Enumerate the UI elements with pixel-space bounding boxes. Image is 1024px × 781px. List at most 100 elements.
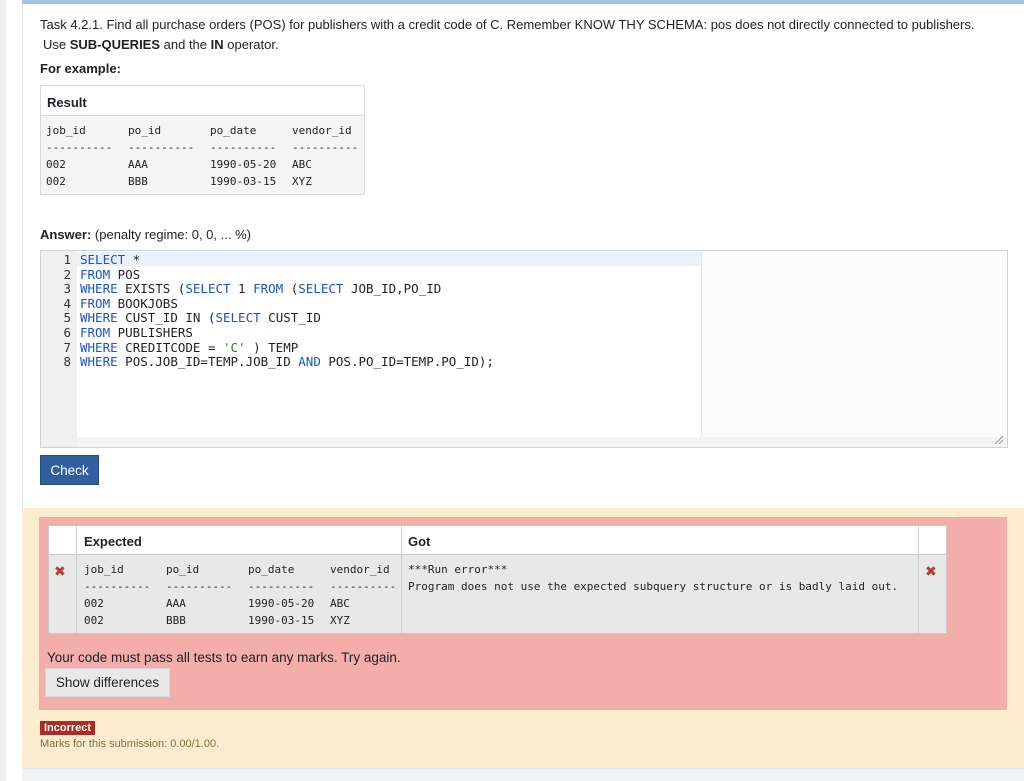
fail-x-icon: ✖ <box>925 563 937 579</box>
column-divider <box>918 526 919 633</box>
answer-label: Answer: (penalty regime: 0, 0, ... %) <box>40 227 251 242</box>
sql-keyword: FROM <box>80 266 111 282</box>
expected-cell: AAA <box>166 597 186 610</box>
sql-keyword: WHERE <box>80 354 118 370</box>
code-line[interactable]: FROM PUBLISHERS <box>80 325 193 340</box>
check-button[interactable]: Check <box>40 455 99 485</box>
question-line-2: Use SUB-QUERIES and the IN operator. <box>40 35 1000 55</box>
code-line[interactable]: WHERE POS.JOB_ID=TEMP.JOB_ID AND POS.PO_… <box>80 354 494 369</box>
line-number: 3 <box>63 281 71 297</box>
sql-text: POS.JOB_ID=TEMP.JOB_ID <box>117 354 299 370</box>
code-line[interactable]: FROM BOOKJOBS <box>80 296 178 311</box>
question-line-2-post: operator. <box>223 37 279 52</box>
got-header: Got <box>408 534 431 549</box>
expected-cell: BBB <box>166 614 186 627</box>
show-differences-button[interactable]: Show differences <box>45 668 170 697</box>
question-text: Task 4.2.1. Find all purchase orders (PO… <box>40 15 1000 55</box>
expected-col-po-date: po_date <box>248 563 295 576</box>
sql-text: CUST_ID <box>260 310 321 326</box>
expected-cell: 002 <box>84 597 104 610</box>
sql-text: JOB_ID,PO_ID <box>343 281 442 297</box>
example-col-vendor-id: vendor_id <box>292 124 352 137</box>
question-line-2-in: IN <box>210 37 224 52</box>
line-number: 4 <box>63 295 71 311</box>
code-line[interactable]: WHERE EXISTS (SELECT 1 FROM (SELECT JOB_… <box>80 281 441 296</box>
sql-keyword: SELECT <box>215 310 261 326</box>
expected-separator: ---------- <box>166 580 233 593</box>
example-separator: ---------- <box>128 141 195 154</box>
test-result-header-row <box>49 526 946 555</box>
column-divider <box>401 526 402 633</box>
expected-cell: ABC <box>330 597 350 610</box>
penalty-regime: (penalty regime: 0, 0, ... %) <box>91 227 251 242</box>
sql-keyword: FROM <box>80 325 111 340</box>
sql-keyword: WHERE <box>80 339 118 355</box>
expected-separator: ---------- <box>330 580 397 593</box>
sql-text: * <box>125 252 141 267</box>
example-separator: ---------- <box>292 141 359 154</box>
for-example-label: For example: <box>40 61 121 76</box>
expected-cell: 1990-03-15 <box>248 614 315 627</box>
expected-col-po-id: po_id <box>166 563 200 576</box>
active-line-highlight <box>77 252 737 266</box>
bottom-strip <box>22 769 1024 781</box>
example-cell: 002 <box>46 175 66 188</box>
code-line[interactable]: WHERE CUST_ID IN (SELECT CUST_ID <box>80 310 321 325</box>
expected-cell: 1990-05-20 <box>248 597 315 610</box>
sql-text: POS <box>110 266 141 282</box>
sql-text: ) TEMP <box>245 339 299 355</box>
got-error-message: Program does not use the expected subque… <box>408 580 899 593</box>
example-cell: 1990-05-20 <box>210 158 277 171</box>
sql-text: CUST_ID IN ( <box>117 310 216 326</box>
expected-separator: ---------- <box>84 580 151 593</box>
example-cell: 002 <box>46 158 66 171</box>
sql-keyword: WHERE <box>80 310 118 326</box>
expected-cell: 002 <box>84 614 104 627</box>
code-line[interactable]: WHERE CREDITCODE = 'C' ) TEMP <box>80 340 298 355</box>
code-editor[interactable]: SELECT * FROM POS WHERE EXISTS (SELECT 1 F… <box>40 250 1008 448</box>
sql-keyword: SELECT <box>185 281 231 297</box>
line-number: 2 <box>63 266 71 282</box>
example-col-po-date: po_date <box>210 124 257 137</box>
sql-text: POS.PO_ID=TEMP.PO_ID); <box>320 354 494 370</box>
line-number: 8 <box>63 354 71 370</box>
line-number: 7 <box>63 339 71 355</box>
sql-keyword: FROM <box>80 295 111 311</box>
column-divider <box>76 526 77 633</box>
fail-x-icon: ✖ <box>54 563 66 579</box>
code-line[interactable]: SELECT * <box>80 252 140 267</box>
sql-keyword: FROM <box>253 281 284 297</box>
sql-text: ( <box>283 281 299 297</box>
line-number: 1 <box>63 252 71 267</box>
retry-message: Your code must pass all tests to earn an… <box>47 650 401 665</box>
sql-text: PUBLISHERS <box>110 325 193 340</box>
resize-handle-icon[interactable] <box>995 436 1003 444</box>
example-col-po-id: po_id <box>128 124 162 137</box>
question-line-2-subqueries: SUB-QUERIES <box>69 37 161 52</box>
example-cell: XYZ <box>292 175 312 188</box>
code-input-area[interactable]: SELECT * FROM POS WHERE EXISTS (SELECT 1 F… <box>77 251 737 437</box>
code-line[interactable]: FROM POS <box>80 267 140 282</box>
left-rail <box>0 0 6 781</box>
sql-string: 'C' <box>223 339 246 355</box>
sql-text: 1 <box>230 281 254 297</box>
question-line-1: Task 4.2.1. Find all purchase orders (PO… <box>40 17 975 32</box>
sql-text: EXISTS ( <box>117 281 186 297</box>
answer-label-text: Answer: <box>40 227 92 242</box>
example-result-header: Result <box>41 86 364 116</box>
example-cell: AAA <box>128 158 148 171</box>
sql-text: BOOKJOBS <box>110 295 178 311</box>
question-line-2-pre: Use <box>43 37 70 52</box>
line-number: 5 <box>63 310 71 326</box>
sql-keyword: AND <box>298 354 321 370</box>
expected-cell: XYZ <box>330 614 350 627</box>
example-cell: ABC <box>292 158 312 171</box>
example-result-table: Result job_id po_id po_date vendor_id --… <box>40 85 365 195</box>
test-result-table: Expected Got ✖ ✖ job_id po_id po_date ve… <box>48 525 947 634</box>
sql-keyword: WHERE <box>80 281 118 297</box>
example-separator: ---------- <box>210 141 277 154</box>
submission-marks: Marks for this submission: 0.00/1.00. <box>40 738 220 750</box>
got-run-error: ***Run error*** <box>408 563 508 576</box>
example-separator: ---------- <box>46 141 113 154</box>
editor-side-panel <box>701 251 1007 437</box>
